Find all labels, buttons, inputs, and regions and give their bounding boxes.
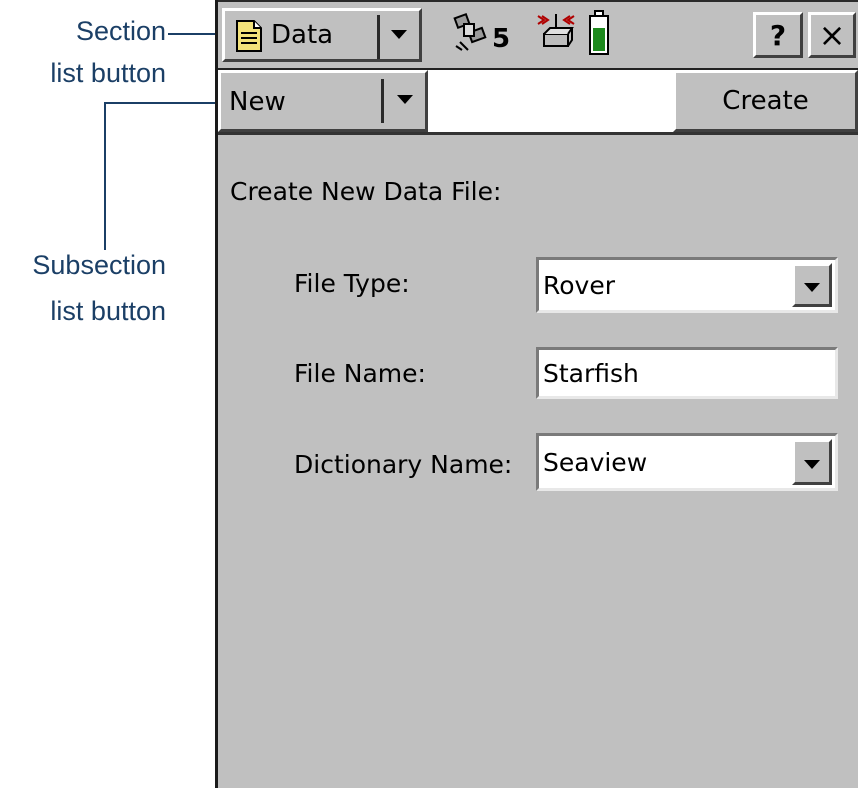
chevron-down-icon: [397, 95, 413, 104]
dictionary-dropdown-button[interactable]: [792, 439, 832, 485]
help-button[interactable]: ?: [753, 12, 803, 58]
close-icon: ×: [818, 16, 846, 54]
section-label: Data: [271, 20, 334, 50]
subsection-dropdown-separator: [381, 79, 384, 123]
file-type-label: File Type:: [294, 269, 410, 298]
toolbar-blank-area: [428, 70, 673, 132]
callout-section-line1: Section: [75, 16, 166, 46]
subsection-label: New: [229, 87, 286, 117]
callout-section-leader: [168, 33, 218, 35]
file-type-dropdown-button[interactable]: [792, 263, 832, 307]
close-button[interactable]: ×: [808, 12, 856, 58]
file-type-value: Rover: [543, 270, 615, 300]
chevron-down-icon: [804, 283, 820, 292]
satellite-count: 5: [492, 24, 511, 54]
create-button-label: Create: [722, 86, 809, 116]
subsection-list-button[interactable]: New: [218, 70, 428, 132]
form-heading: Create New Data File:: [230, 177, 502, 206]
callout-subsection-line1: Subsection: [32, 250, 166, 280]
callout-subsection-leader-vertical: [104, 102, 106, 250]
create-button[interactable]: Create: [673, 70, 858, 132]
section-list-button[interactable]: Data: [222, 8, 422, 62]
callout-subsection-line2: list button: [50, 296, 166, 326]
dictionary-name-select[interactable]: Seaview: [536, 433, 838, 491]
device-screen: Data 5 ? × New Create Create New Data Fi…: [215, 0, 858, 788]
satellite-icon: [452, 12, 490, 56]
title-bar: Data 5 ? ×: [218, 0, 858, 72]
dictionary-name-value: Seaview: [543, 447, 648, 477]
file-name-value: Starfish: [543, 358, 639, 388]
callout-section-line2: list button: [50, 58, 166, 88]
section-dropdown-separator: [377, 15, 380, 59]
battery-icon: [588, 10, 610, 60]
form-area: Create New Data File: File Type: Rover F…: [218, 135, 858, 788]
file-name-label: File Name:: [294, 359, 426, 388]
chevron-down-icon: [391, 30, 407, 39]
dictionary-name-label: Dictionary Name:: [294, 450, 513, 479]
toolbar: New Create: [218, 70, 858, 135]
document-icon: [235, 19, 263, 60]
chevron-down-icon: [804, 460, 820, 469]
file-type-select[interactable]: Rover: [536, 257, 838, 313]
receiver-signal-icon: [536, 10, 576, 58]
file-name-input[interactable]: Starfish: [536, 347, 838, 399]
help-button-label: ?: [769, 18, 787, 52]
